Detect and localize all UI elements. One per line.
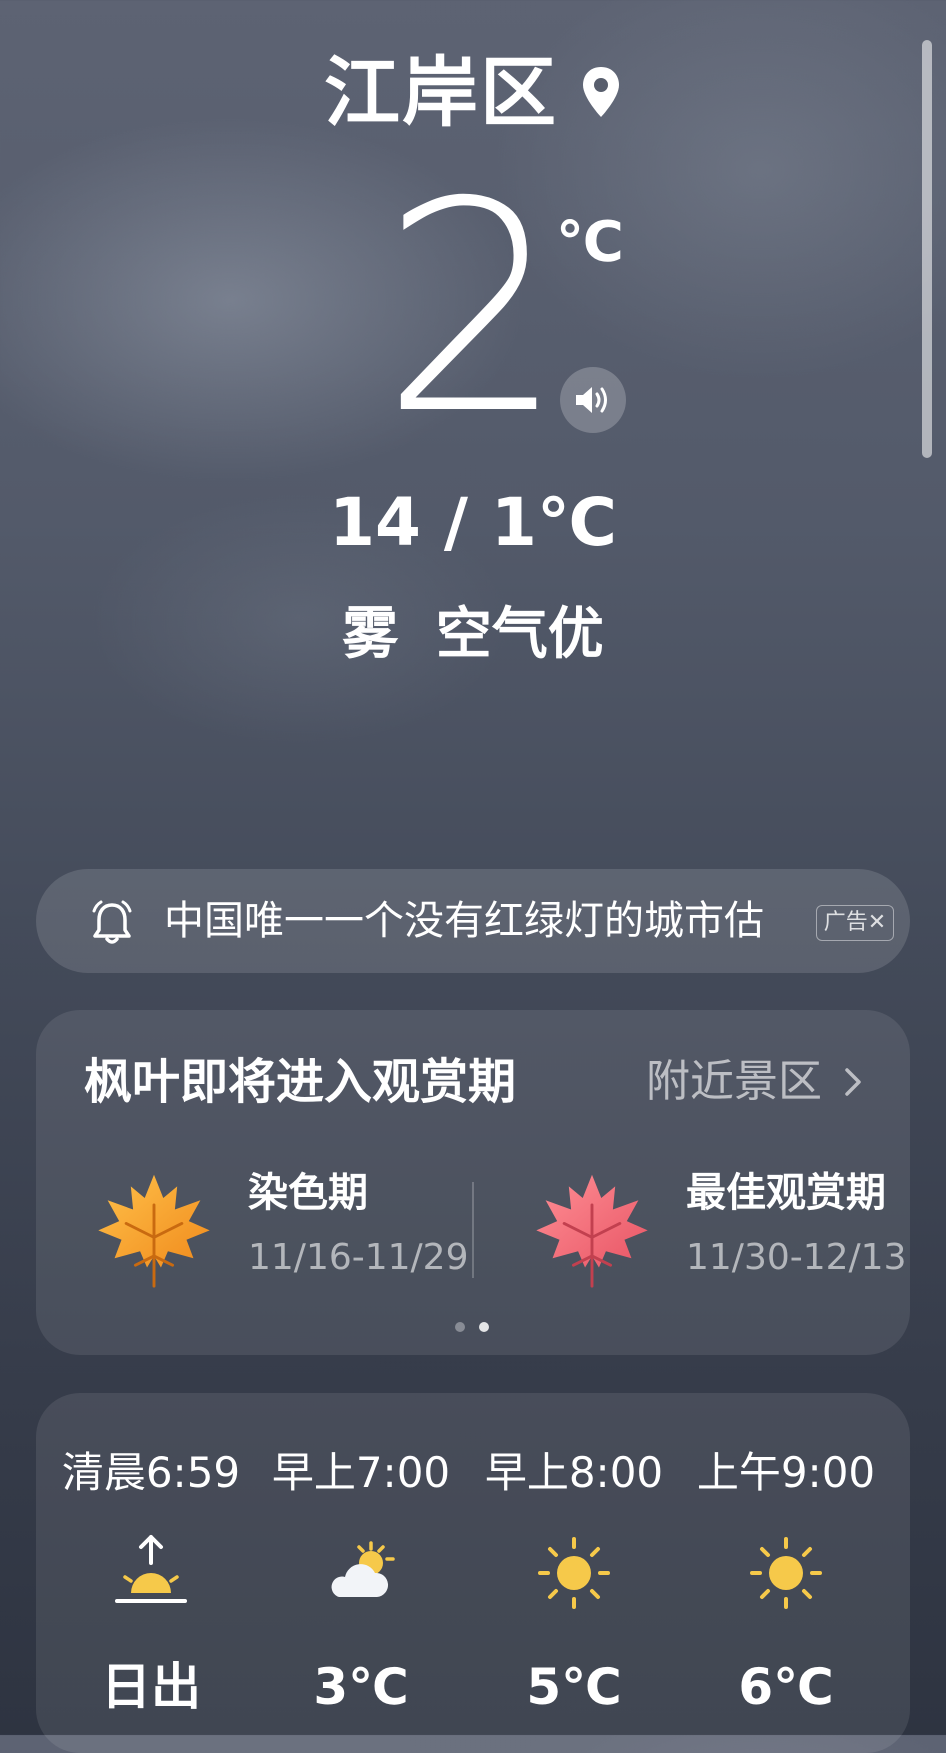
sun-icon — [538, 1537, 610, 1609]
pager-dot[interactable] — [455, 1322, 465, 1332]
maple-leaf-card: 枫叶即将进入观赏期 附近景区 染色期 11/16-11/29 最佳观赏期 11/… — [36, 1010, 910, 1355]
phase-divider — [472, 1182, 474, 1278]
current-temperature: 2 — [380, 141, 566, 478]
partly-cloudy-icon — [331, 1541, 395, 1597]
speaker-button[interactable] — [560, 367, 626, 433]
temperature-range: 14 / 1℃ — [329, 484, 617, 561]
ad-text[interactable]: 中国唯一一个没有红绿灯的城市估 — [164, 895, 789, 947]
hourly-time: 清晨6:59 — [61, 1448, 241, 1497]
ad-banner[interactable]: 中国唯一一个没有红绿灯的城市估 广告✕ — [36, 869, 910, 973]
sun-icon — [750, 1537, 822, 1609]
hourly-time: 早上8:00 — [484, 1448, 664, 1497]
temperature-unit: ℃ — [556, 210, 624, 275]
orange-maple-leaf-icon — [98, 1174, 210, 1288]
ad-close-tag[interactable]: 广告✕ — [816, 905, 894, 941]
red-maple-leaf-icon — [536, 1174, 648, 1288]
hourly-value: 日出 — [101, 1658, 201, 1716]
phase-dates: 11/16-11/29 — [248, 1237, 469, 1278]
pager-dot-active[interactable] — [479, 1322, 489, 1332]
sunrise-icon — [115, 1535, 187, 1603]
maple-card-title: 枫叶即将进入观赏期 — [84, 1054, 517, 1110]
location-pin-icon — [583, 67, 619, 117]
phase-name: 最佳观赏期 — [686, 1170, 886, 1216]
city-header[interactable]: 江岸区 — [0, 48, 946, 138]
phase-name: 染色期 — [248, 1170, 368, 1216]
weather-condition: 雾 空气优 — [342, 602, 604, 667]
city-name: 江岸区 — [324, 48, 558, 137]
hourly-value: 5℃ — [526, 1658, 622, 1716]
hourly-time: 上午9:00 — [696, 1448, 876, 1497]
hourly-time: 早上7:00 — [271, 1448, 451, 1497]
bell-icon — [92, 900, 132, 944]
hourly-value: 3℃ — [313, 1658, 409, 1716]
nearby-scenic-link[interactable]: 附近景区 — [646, 1050, 822, 1114]
speaker-icon — [576, 387, 607, 413]
phase-dates: 11/30-12/13 — [686, 1237, 907, 1278]
chevron-right-icon[interactable] — [844, 1067, 862, 1097]
hourly-forecast-card[interactable]: 清晨6:59 日出 早上7:00 3℃ 早上8:00 5℃ 上午9:00 6℃ — [36, 1393, 910, 1753]
hourly-value: 6℃ — [738, 1658, 834, 1716]
